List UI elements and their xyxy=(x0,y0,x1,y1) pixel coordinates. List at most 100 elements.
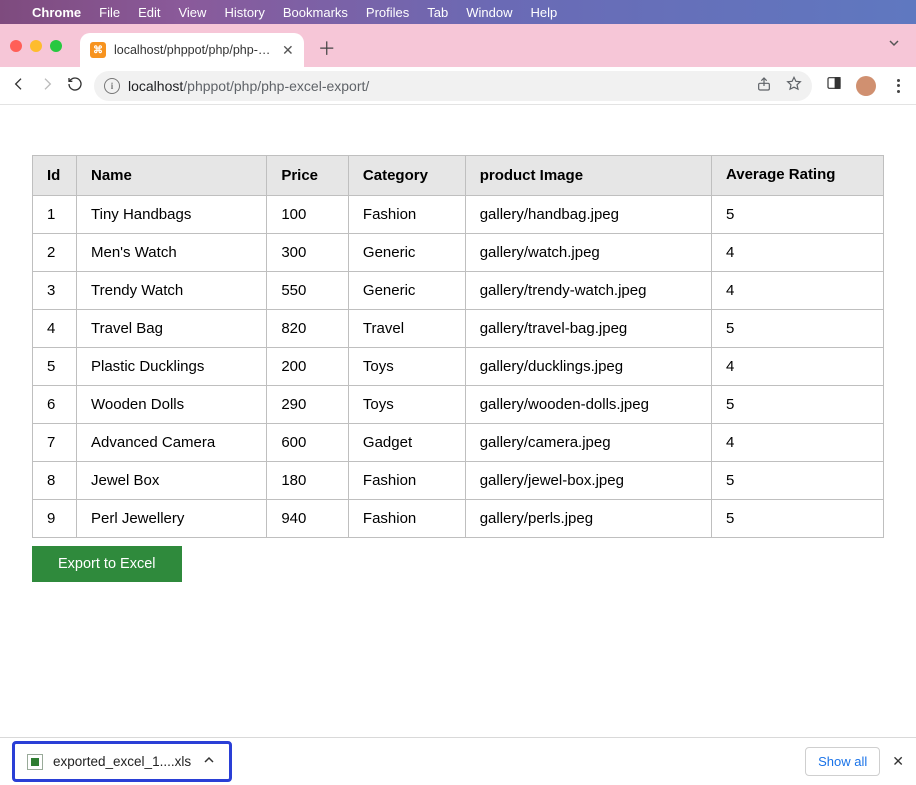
tab-title: localhost/phppot/php/php-exc… xyxy=(114,43,274,57)
cell-price: 550 xyxy=(267,271,349,309)
cell-image: gallery/ducklings.jpeg xyxy=(465,347,711,385)
cell-name: Trendy Watch xyxy=(77,271,267,309)
window-minimize-button[interactable] xyxy=(30,40,42,52)
table-row: 1Tiny Handbags100Fashiongallery/handbag.… xyxy=(33,195,884,233)
menubar-bookmarks[interactable]: Bookmarks xyxy=(283,5,348,20)
cell-image: gallery/watch.jpeg xyxy=(465,233,711,271)
new-tab-button[interactable]: ＋ xyxy=(318,35,336,61)
cell-rating: 4 xyxy=(711,347,883,385)
share-icon[interactable] xyxy=(756,76,772,95)
chrome-menu-button[interactable] xyxy=(890,79,906,93)
cell-rating: 5 xyxy=(711,309,883,347)
table-header-row: Id Name Price Category product Image Ave… xyxy=(33,156,884,196)
bookmark-icon[interactable] xyxy=(786,76,802,95)
cell-category: Gadget xyxy=(348,423,465,461)
tab-overflow-icon[interactable] xyxy=(886,35,902,56)
downloads-bar: exported_excel_1....xls Show all ✕ xyxy=(0,737,916,785)
cell-rating: 4 xyxy=(711,271,883,309)
browser-tab-strip: ⌘ localhost/phppot/php/php-exc… ✕ ＋ xyxy=(0,24,916,67)
cell-name: Travel Bag xyxy=(77,309,267,347)
menubar-window[interactable]: Window xyxy=(466,5,512,20)
forward-button[interactable] xyxy=(38,76,56,96)
url-text: localhost/phppot/php/php-excel-export/ xyxy=(128,78,748,94)
menubar-history[interactable]: History xyxy=(224,5,264,20)
xls-file-icon xyxy=(27,754,43,770)
table-row: 6Wooden Dolls290Toysgallery/wooden-dolls… xyxy=(33,385,884,423)
table-row: 8Jewel Box180Fashiongallery/jewel-box.jp… xyxy=(33,461,884,499)
cell-image: gallery/travel-bag.jpeg xyxy=(465,309,711,347)
side-panel-icon[interactable] xyxy=(826,75,842,96)
cell-name: Tiny Handbags xyxy=(77,195,267,233)
cell-name: Men's Watch xyxy=(77,233,267,271)
cell-category: Toys xyxy=(348,385,465,423)
back-button[interactable] xyxy=(10,76,28,96)
cell-name: Advanced Camera xyxy=(77,423,267,461)
cell-rating: 5 xyxy=(711,385,883,423)
cell-id: 8 xyxy=(33,461,77,499)
cell-image: gallery/wooden-dolls.jpeg xyxy=(465,385,711,423)
show-all-downloads-button[interactable]: Show all xyxy=(805,747,880,776)
table-row: 3Trendy Watch550Genericgallery/trendy-wa… xyxy=(33,271,884,309)
download-item[interactable]: exported_excel_1....xls xyxy=(12,741,232,782)
menubar-help[interactable]: Help xyxy=(531,5,558,20)
cell-id: 3 xyxy=(33,271,77,309)
cell-name: Jewel Box xyxy=(77,461,267,499)
table-row: 7Advanced Camera600Gadgetgallery/camera.… xyxy=(33,423,884,461)
cell-id: 6 xyxy=(33,385,77,423)
menubar-edit[interactable]: Edit xyxy=(138,5,160,20)
cell-image: gallery/camera.jpeg xyxy=(465,423,711,461)
cell-category: Generic xyxy=(348,271,465,309)
table-row: 5Plastic Ducklings200Toysgallery/ducklin… xyxy=(33,347,884,385)
cell-id: 9 xyxy=(33,499,77,537)
menubar-profiles[interactable]: Profiles xyxy=(366,5,409,20)
window-zoom-button[interactable] xyxy=(50,40,62,52)
menubar-view[interactable]: View xyxy=(178,5,206,20)
cell-name: Wooden Dolls xyxy=(77,385,267,423)
cell-id: 1 xyxy=(33,195,77,233)
cell-price: 820 xyxy=(267,309,349,347)
browser-toolbar: i localhost/phppot/php/php-excel-export/ xyxy=(0,67,916,105)
site-info-icon[interactable]: i xyxy=(104,78,120,94)
cell-image: gallery/trendy-watch.jpeg xyxy=(465,271,711,309)
cell-price: 600 xyxy=(267,423,349,461)
cell-id: 2 xyxy=(33,233,77,271)
close-downloads-bar-button[interactable]: ✕ xyxy=(892,753,904,770)
window-close-button[interactable] xyxy=(10,40,22,52)
reload-button[interactable] xyxy=(66,76,84,96)
table-row: 2Men's Watch300Genericgallery/watch.jpeg… xyxy=(33,233,884,271)
cell-rating: 5 xyxy=(711,499,883,537)
cell-category: Toys xyxy=(348,347,465,385)
col-price: Price xyxy=(267,156,349,196)
cell-category: Travel xyxy=(348,309,465,347)
cell-image: gallery/handbag.jpeg xyxy=(465,195,711,233)
address-bar[interactable]: i localhost/phppot/php/php-excel-export/ xyxy=(94,71,812,101)
products-table: Id Name Price Category product Image Ave… xyxy=(32,155,884,538)
menubar-app-name[interactable]: Chrome xyxy=(32,5,81,20)
cell-category: Generic xyxy=(348,233,465,271)
cell-name: Perl Jewellery xyxy=(77,499,267,537)
col-id: Id xyxy=(33,156,77,196)
url-host: localhost xyxy=(128,78,183,94)
cell-price: 100 xyxy=(267,195,349,233)
table-row: 9Perl Jewellery940Fashiongallery/perls.j… xyxy=(33,499,884,537)
download-menu-icon[interactable] xyxy=(201,752,217,771)
cell-rating: 5 xyxy=(711,195,883,233)
cell-category: Fashion xyxy=(348,461,465,499)
cell-rating: 4 xyxy=(711,423,883,461)
cell-category: Fashion xyxy=(348,499,465,537)
cell-rating: 5 xyxy=(711,461,883,499)
cell-category: Fashion xyxy=(348,195,465,233)
menubar-tab[interactable]: Tab xyxy=(427,5,448,20)
col-name: Name xyxy=(77,156,267,196)
tab-close-button[interactable]: ✕ xyxy=(282,42,294,59)
cell-id: 4 xyxy=(33,309,77,347)
export-to-excel-button[interactable]: Export to Excel xyxy=(32,546,182,582)
profile-avatar[interactable] xyxy=(856,76,876,96)
col-rating: Average Rating xyxy=(711,156,883,196)
col-category: Category xyxy=(348,156,465,196)
cell-rating: 4 xyxy=(711,233,883,271)
menubar-file[interactable]: File xyxy=(99,5,120,20)
favicon-icon: ⌘ xyxy=(90,42,106,58)
browser-tab[interactable]: ⌘ localhost/phppot/php/php-exc… ✕ xyxy=(80,33,304,67)
macos-menubar: Chrome File Edit View History Bookmarks … xyxy=(0,0,916,24)
